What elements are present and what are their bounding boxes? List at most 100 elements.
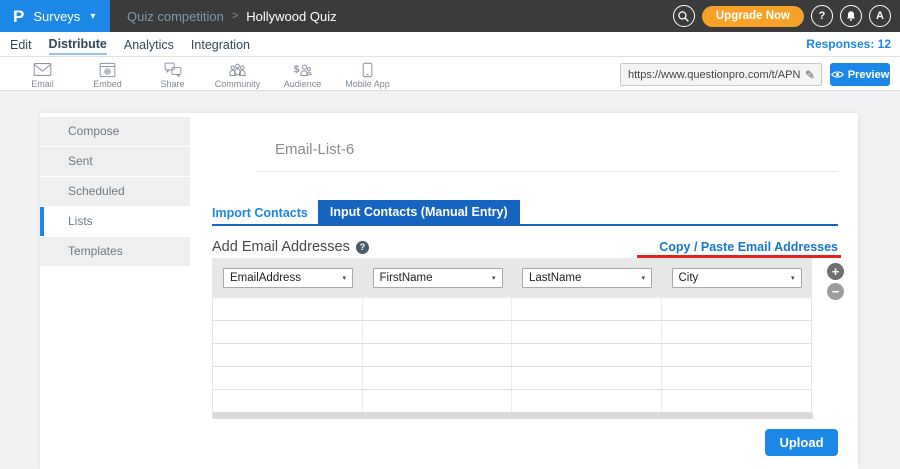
avatar[interactable]: A bbox=[869, 5, 891, 27]
channel-label: Embed bbox=[93, 79, 122, 89]
nav-item-edit[interactable]: Edit bbox=[10, 35, 32, 54]
table-cell[interactable] bbox=[512, 390, 662, 412]
table-header-cell: FirstName ▾ bbox=[363, 258, 513, 298]
channel-mobile-app[interactable]: Mobile App bbox=[335, 57, 400, 89]
column-select-emailaddress[interactable]: EmailAddress ▾ bbox=[223, 268, 353, 288]
channel-community[interactable]: Community bbox=[205, 57, 270, 89]
top-bar: P Surveys ▾ Quiz competition > Hollywood… bbox=[0, 0, 900, 32]
preview-button[interactable]: Preview bbox=[830, 63, 890, 86]
sidebar-item-templates[interactable]: Templates bbox=[40, 237, 190, 266]
chevron-down-icon: ▾ bbox=[90, 11, 95, 22]
sidebar-item-sent[interactable]: Sent bbox=[40, 147, 190, 176]
channel-share[interactable]: Share bbox=[140, 57, 205, 89]
table-cell[interactable] bbox=[213, 344, 363, 366]
table-cell[interactable] bbox=[512, 298, 662, 320]
channel-audience[interactable]: $ Audience bbox=[270, 57, 335, 89]
audience-icon: $ bbox=[293, 61, 312, 78]
breadcrumb-separator: > bbox=[232, 10, 238, 22]
table-row bbox=[213, 367, 811, 390]
section-header-row: Add Email Addresses ? Copy / Paste Email… bbox=[212, 239, 838, 255]
table-header-cell: LastName ▾ bbox=[512, 258, 662, 298]
tabs-rule bbox=[212, 224, 838, 226]
column-select-firstname[interactable]: FirstName ▾ bbox=[373, 268, 503, 288]
channel-email[interactable]: Email bbox=[10, 57, 75, 89]
column-select-lastname[interactable]: LastName ▾ bbox=[522, 268, 652, 288]
table-header-row: EmailAddress ▾ FirstName ▾ bbox=[213, 258, 811, 298]
row-controls: + − bbox=[827, 263, 844, 300]
community-icon bbox=[228, 61, 247, 78]
title-divider bbox=[257, 171, 838, 172]
sidebar-item-lists[interactable]: Lists bbox=[40, 207, 190, 236]
survey-url-input[interactable] bbox=[621, 64, 803, 85]
search-icon bbox=[677, 10, 690, 23]
selected-column-label: FirstName bbox=[380, 272, 433, 284]
table-cell[interactable] bbox=[363, 367, 513, 389]
questionpro-logo: P bbox=[13, 8, 24, 25]
remove-row-button[interactable]: − bbox=[827, 283, 844, 300]
selected-column-label: LastName bbox=[529, 272, 581, 284]
selected-column-label: City bbox=[679, 272, 699, 284]
table-cell[interactable] bbox=[363, 390, 513, 412]
table-cell[interactable] bbox=[662, 298, 812, 320]
breadcrumb-parent[interactable]: Quiz competition bbox=[127, 9, 224, 24]
table-cell[interactable] bbox=[363, 321, 513, 343]
breadcrumb-current: Hollywood Quiz bbox=[246, 9, 336, 24]
breadcrumb: Quiz competition > Hollywood Quiz bbox=[127, 9, 337, 24]
notifications-button[interactable] bbox=[840, 5, 862, 27]
table-cell[interactable] bbox=[512, 321, 662, 343]
table-cell[interactable] bbox=[213, 298, 363, 320]
channel-label: Share bbox=[160, 79, 184, 89]
upload-button[interactable]: Upload bbox=[765, 429, 838, 456]
table-cell[interactable] bbox=[662, 344, 812, 366]
channel-embed[interactable]: Embed bbox=[75, 57, 140, 89]
surveys-product-dropdown[interactable]: P Surveys ▾ bbox=[0, 0, 110, 32]
tab-import-contacts[interactable]: Import Contacts bbox=[212, 202, 318, 225]
table-cell[interactable] bbox=[662, 367, 812, 389]
table-cell[interactable] bbox=[662, 390, 812, 412]
edit-pencil-icon[interactable]: ✎ bbox=[803, 68, 821, 82]
table-cell[interactable] bbox=[213, 367, 363, 389]
page-background: Compose Sent Scheduled Lists Templates E… bbox=[0, 91, 900, 469]
page-title: Email-List-6 bbox=[275, 141, 354, 158]
product-label: Surveys bbox=[33, 9, 80, 24]
add-row-button[interactable]: + bbox=[827, 263, 844, 280]
search-button[interactable] bbox=[673, 5, 695, 27]
table-cell[interactable] bbox=[213, 321, 363, 343]
nav-item-integration[interactable]: Integration bbox=[191, 35, 250, 54]
responses-count[interactable]: Responses: 12 bbox=[806, 37, 891, 51]
table-cell[interactable] bbox=[512, 344, 662, 366]
list-content: Email-List-6 Import Contacts Input Conta… bbox=[190, 113, 858, 469]
share-icon bbox=[164, 61, 182, 78]
chevron-down-icon: ▾ bbox=[342, 274, 346, 282]
copy-paste-email-addresses-link[interactable]: Copy / Paste Email Addresses bbox=[659, 240, 838, 254]
help-tooltip-icon[interactable]: ? bbox=[356, 241, 369, 254]
tab-input-contacts-manual-entry[interactable]: Input Contacts (Manual Entry) bbox=[318, 200, 520, 225]
avatar-initial: A bbox=[876, 10, 884, 22]
help-button[interactable]: ? bbox=[811, 5, 833, 27]
table-cell[interactable] bbox=[662, 321, 812, 343]
table-cell[interactable] bbox=[213, 390, 363, 412]
chevron-down-icon: ▾ bbox=[641, 274, 645, 282]
embed-icon bbox=[99, 61, 116, 78]
table-cell[interactable] bbox=[363, 298, 513, 320]
email-sidebar: Compose Sent Scheduled Lists Templates bbox=[40, 113, 190, 469]
eye-icon bbox=[831, 70, 844, 79]
sidebar-item-scheduled[interactable]: Scheduled bbox=[40, 177, 190, 206]
upgrade-now-button[interactable]: Upgrade Now bbox=[702, 6, 804, 27]
distribute-toolbar: Email Embed Share Community bbox=[0, 57, 900, 91]
topbar-actions: Upgrade Now ? A bbox=[673, 0, 891, 32]
nav-item-analytics[interactable]: Analytics bbox=[124, 35, 174, 54]
nav-item-distribute[interactable]: Distribute bbox=[49, 34, 107, 55]
table-cell[interactable] bbox=[363, 344, 513, 366]
channel-label: Community bbox=[215, 79, 261, 89]
email-icon bbox=[33, 61, 52, 78]
horizontal-scrollbar[interactable] bbox=[213, 413, 813, 419]
column-select-city[interactable]: City ▾ bbox=[672, 268, 802, 288]
channel-label: Mobile App bbox=[345, 79, 390, 89]
channel-label: Audience bbox=[284, 79, 322, 89]
table-cell[interactable] bbox=[512, 367, 662, 389]
contacts-tabs: Import Contacts Input Contacts (Manual E… bbox=[212, 200, 520, 225]
email-lists-card: Compose Sent Scheduled Lists Templates E… bbox=[40, 113, 858, 469]
table-header-cell: EmailAddress ▾ bbox=[213, 258, 363, 298]
sidebar-item-compose[interactable]: Compose bbox=[40, 117, 190, 146]
